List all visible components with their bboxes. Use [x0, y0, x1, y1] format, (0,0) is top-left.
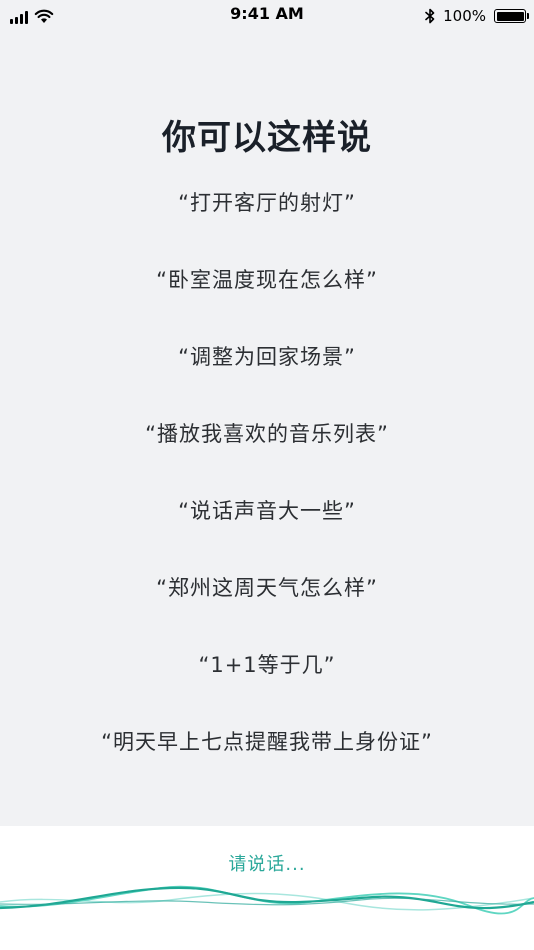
suggestion-item[interactable]: “明天早上七点提醒我带上身份证” [0, 725, 534, 802]
suggestion-item[interactable]: “播放我喜欢的音乐列表” [0, 417, 534, 494]
suggestion-item[interactable]: “说话声音大一些” [0, 494, 534, 571]
status-bar: 9:41 AM 100% [0, 0, 534, 34]
suggestion-item[interactable]: “郑州这周天气怎么样” [0, 571, 534, 648]
listening-prompt: 请说话... [228, 854, 306, 875]
suggestion-item[interactable]: “打开客厅的射灯” [0, 186, 534, 263]
suggestion-item[interactable]: “调整为回家场景” [0, 340, 534, 417]
battery-percent: 100% [443, 7, 486, 25]
suggestion-item[interactable]: “1+1等于几” [0, 648, 534, 725]
battery-icon [494, 9, 529, 23]
suggestion-list: “打开客厅的射灯” “卧室温度现在怎么样” “调整为回家场景” “播放我喜欢的音… [0, 186, 534, 802]
status-right: 100% [425, 5, 529, 27]
suggestion-item[interactable]: “卧室温度现在怎么样” [0, 263, 534, 340]
page-title: 你可以这样说 [162, 118, 372, 158]
voice-waveform-icon [0, 885, 534, 915]
voice-input-panel[interactable]: 请说话... [0, 826, 534, 950]
bluetooth-icon [425, 8, 435, 24]
